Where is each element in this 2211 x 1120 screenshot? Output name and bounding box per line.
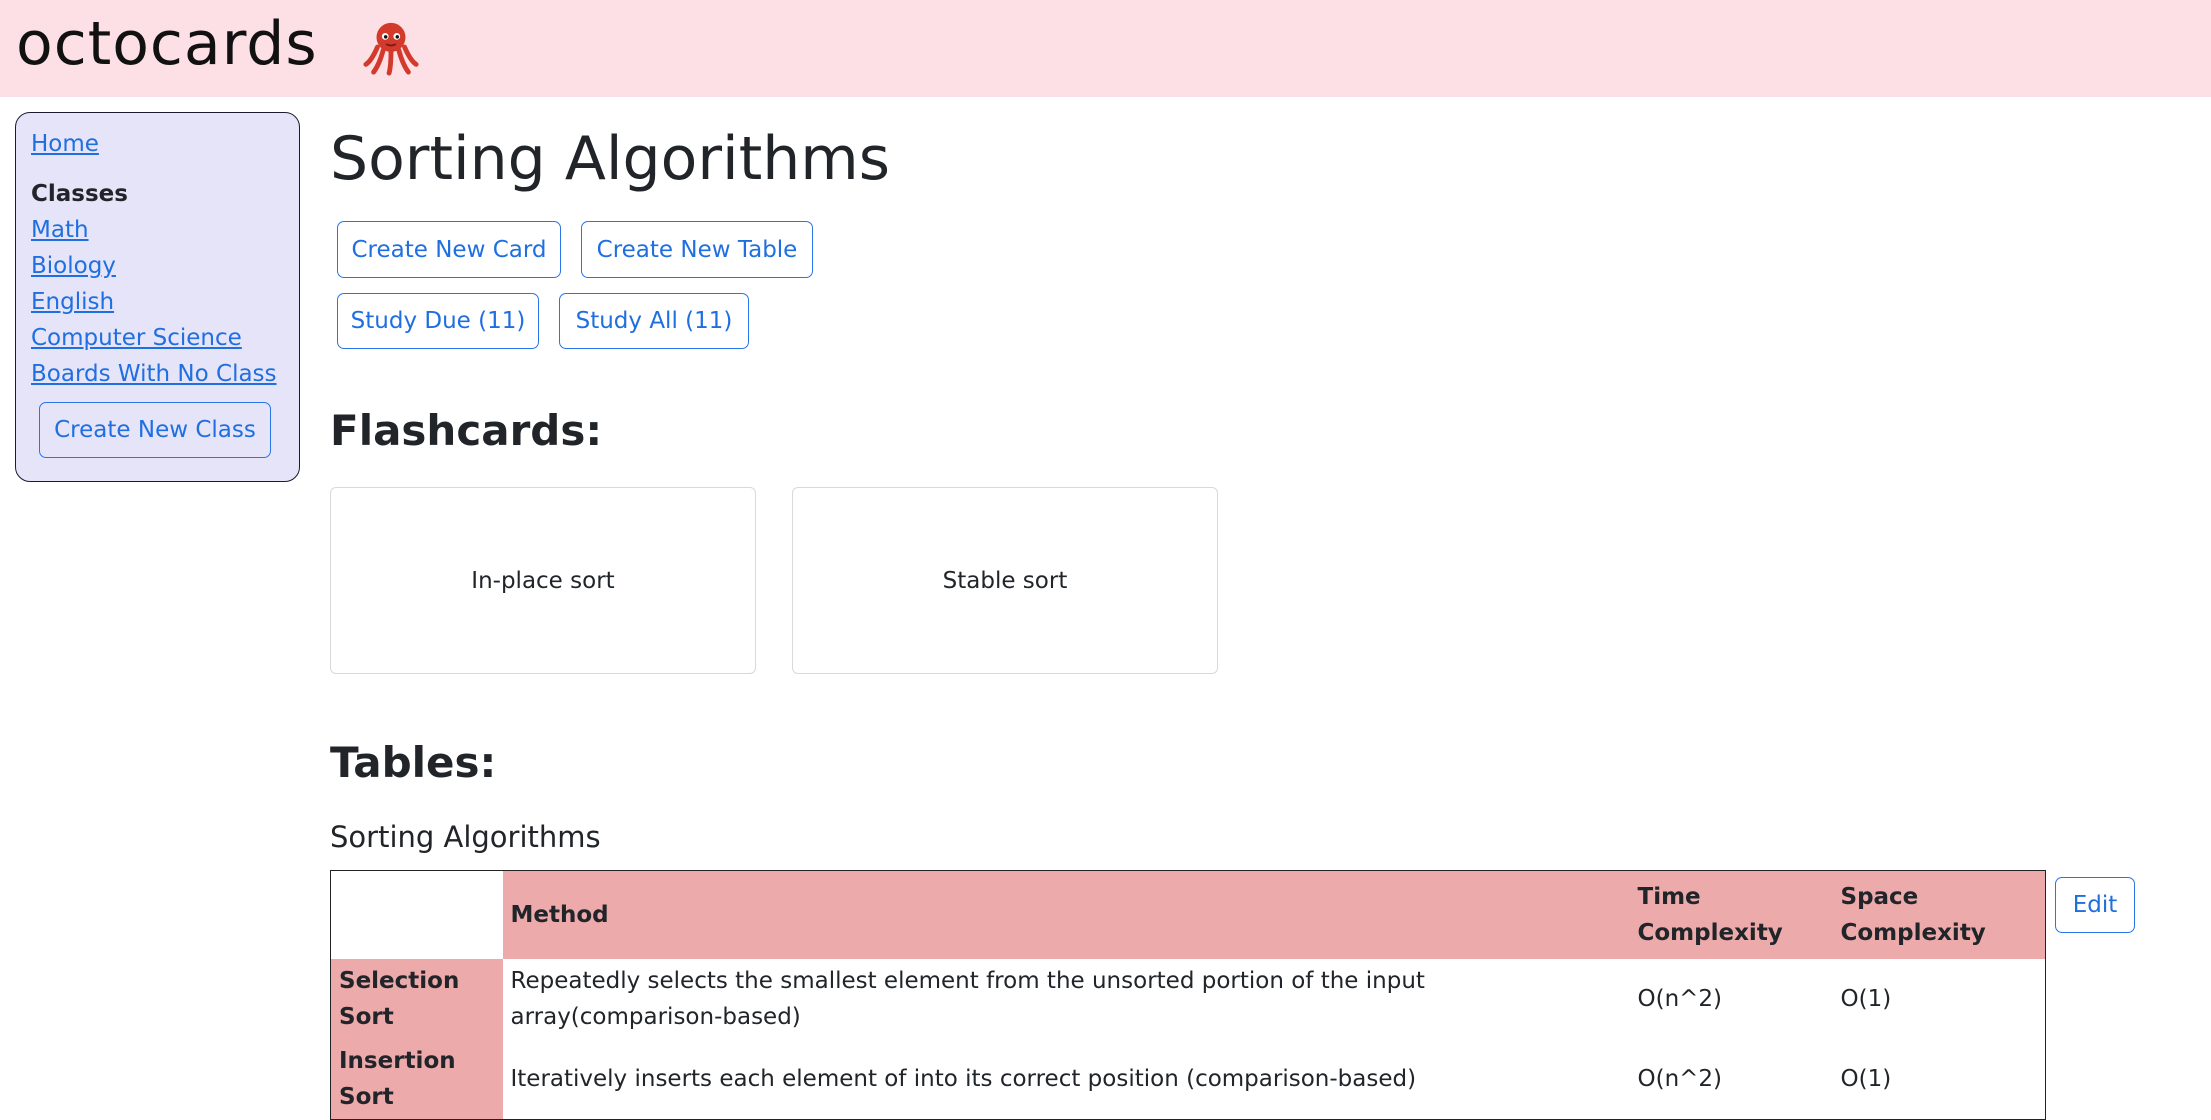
sorting-algorithms-table: Method Time Complexity Space Complexity … bbox=[330, 870, 2046, 1120]
row-header: Insertion Sort bbox=[330, 1038, 503, 1119]
column-header-method: Method bbox=[502, 870, 1630, 959]
octopus-icon bbox=[363, 22, 419, 76]
sidebar-item-computer-science[interactable]: Computer Science bbox=[31, 325, 242, 351]
top-bar: octocards bbox=[0, 0, 2211, 97]
tables-heading: Tables: bbox=[330, 738, 497, 787]
sidebar-item-boards-with-no-class[interactable]: Boards With No Class bbox=[31, 361, 277, 387]
table-title: Sorting Algorithms bbox=[330, 820, 601, 854]
column-header-space-complexity: Space Complexity bbox=[1832, 870, 2046, 959]
time-complexity-cell: O(n^2) bbox=[1629, 958, 1833, 1039]
study-due-button[interactable]: Study Due (11) bbox=[337, 293, 539, 349]
table-row: Selection Sort Repeatedly selects the sm… bbox=[330, 958, 2046, 1039]
flashcard[interactable]: In-place sort bbox=[330, 487, 756, 674]
edit-table-button[interactable]: Edit bbox=[2055, 877, 2135, 933]
sidebar-classes-heading: Classes bbox=[31, 181, 128, 207]
page-title: Sorting Algorithms bbox=[330, 124, 890, 194]
row-header: Selection Sort bbox=[330, 958, 503, 1039]
study-all-button[interactable]: Study All (11) bbox=[559, 293, 749, 349]
table-header-row: Method Time Complexity Space Complexity bbox=[330, 870, 2046, 959]
table-corner-cell bbox=[330, 870, 503, 959]
time-complexity-cell: O(n^2) bbox=[1629, 1038, 1833, 1119]
create-new-table-button[interactable]: Create New Table bbox=[581, 221, 813, 278]
sidebar-link-home[interactable]: Home bbox=[31, 131, 99, 157]
sidebar: Home Classes Math Biology English Comput… bbox=[15, 112, 300, 482]
method-cell: Repeatedly selects the smallest element … bbox=[502, 958, 1630, 1039]
column-header-time-complexity: Time Complexity bbox=[1629, 870, 1833, 959]
create-new-class-button[interactable]: Create New Class bbox=[39, 402, 271, 458]
sidebar-item-math[interactable]: Math bbox=[31, 217, 89, 243]
flashcards-heading: Flashcards: bbox=[330, 406, 603, 455]
sidebar-item-biology[interactable]: Biology bbox=[31, 253, 116, 279]
flashcard[interactable]: Stable sort bbox=[792, 487, 1218, 674]
create-new-card-button[interactable]: Create New Card bbox=[337, 221, 561, 278]
space-complexity-cell: O(1) bbox=[1832, 1038, 2046, 1119]
space-complexity-cell: O(1) bbox=[1832, 958, 2046, 1039]
sidebar-item-english[interactable]: English bbox=[31, 289, 114, 315]
method-cell: Iteratively inserts each element of into… bbox=[502, 1038, 1630, 1119]
table-row: Insertion Sort Iteratively inserts each … bbox=[330, 1038, 2046, 1119]
app-logo-text[interactable]: octocards bbox=[16, 4, 318, 84]
